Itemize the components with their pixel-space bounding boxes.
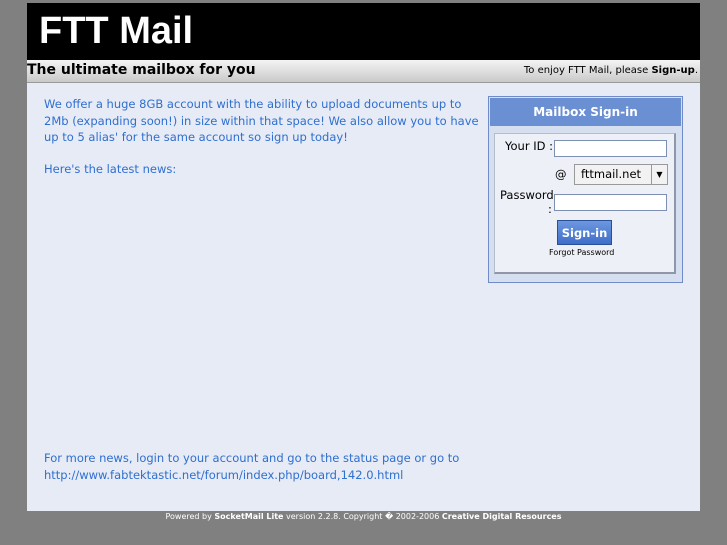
chevron-down-icon[interactable]: ▼ <box>651 165 667 184</box>
signup-link[interactable]: Sign-up <box>651 65 694 76</box>
signin-button[interactable]: Sign-in <box>557 220 612 245</box>
id-input[interactable] <box>554 140 667 157</box>
signin-heading: Mailbox Sign-in <box>490 98 681 126</box>
forum-link[interactable]: http://www.fabtektastic.net/forum/index.… <box>44 468 403 482</box>
more-news: For more news, login to your account and… <box>44 450 484 483</box>
password-colon: : <box>548 202 552 216</box>
footer-powered: Powered by <box>165 512 215 521</box>
main-content: We offer a huge 8GB account with the abi… <box>27 83 700 511</box>
sub-header-bar: The ultimate mailbox for you To enjoy FT… <box>27 60 700 83</box>
more-news-text: For more news, login to your account and… <box>44 451 460 465</box>
at-label: @ <box>555 167 567 181</box>
password-input[interactable] <box>554 194 667 211</box>
forgot-password-link[interactable]: Forgot Password <box>549 248 614 257</box>
header-banner: FTT Mail <box>27 3 700 60</box>
site-title: FTT Mail <box>39 10 194 52</box>
intro-text: We offer a huge 8GB account with the abi… <box>44 97 479 144</box>
signup-prefix: To enjoy FTT Mail, please <box>523 65 652 76</box>
footer: Powered by SocketMail Lite version 2.2.8… <box>0 512 727 521</box>
password-label: Password <box>500 188 554 202</box>
tagline: The ultimate mailbox for you <box>27 62 256 78</box>
id-label: Your ID : <box>505 139 553 153</box>
signin-panel: Mailbox Sign-in Your ID : @ fttmail.net … <box>488 96 683 283</box>
signup-suffix: . <box>694 65 698 76</box>
news-label: Here's the latest news: <box>44 162 177 176</box>
footer-version: version 2.2.8. Copyright � 2002-2006 <box>283 512 442 521</box>
signup-note: To enjoy FTT Mail, please Sign-up. <box>524 65 698 76</box>
footer-product: SocketMail Lite <box>214 512 284 521</box>
signin-form: Your ID : @ fttmail.net ▼ Password : Sig… <box>494 133 676 274</box>
domain-select[interactable]: fttmail.net ▼ <box>574 164 668 185</box>
domain-select-value: fttmail.net <box>581 167 642 181</box>
footer-company: Creative Digital Resources <box>441 512 562 521</box>
